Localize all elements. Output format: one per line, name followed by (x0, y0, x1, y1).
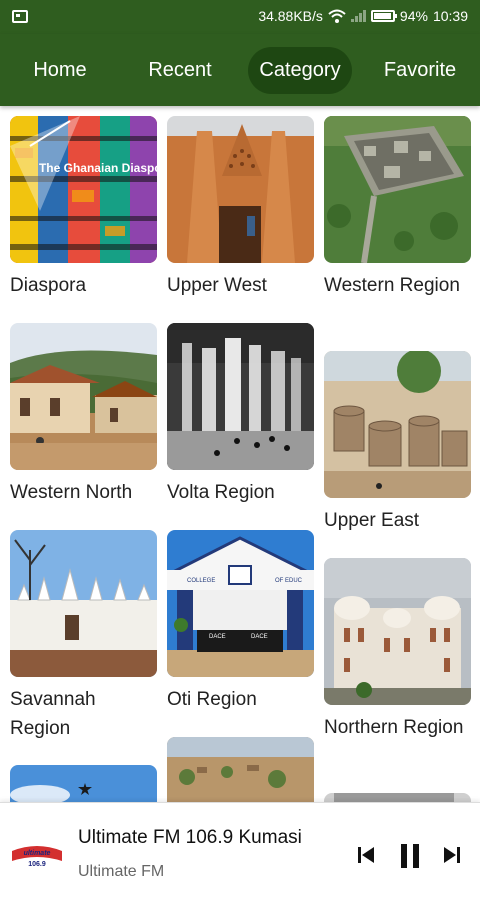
screenshot-icon (12, 10, 28, 23)
diaspora-thumbnail: The Ghanaian Diaspora (10, 116, 157, 263)
wifi-icon (328, 9, 346, 23)
partial-thumbnail (324, 793, 471, 802)
category-card-oti[interactable]: COLLEGE OF EDUC DACE DACE Oti Region (167, 530, 314, 737)
pause-icon[interactable] (398, 843, 422, 869)
station-title: Ultimate FM 106.9 Kumasi (78, 827, 302, 848)
savannah-thumbnail (10, 530, 157, 677)
category-card-partial[interactable] (324, 793, 471, 802)
category-card-northern[interactable]: Northern Region (324, 558, 471, 793)
status-right: 34.88KB/s 94% 10:39 (258, 8, 468, 24)
flag-thumbnail (10, 765, 157, 802)
grid-column-2: Upper West Volta Region COLLEGE OF EDUC … (167, 116, 314, 802)
oti-gate-left: DACE (209, 634, 226, 640)
status-bar: 34.88KB/s 94% 10:39 (0, 0, 480, 34)
signal-icon (350, 10, 366, 22)
western-fort-thumbnail (324, 116, 471, 263)
tab-label: Home (33, 58, 87, 81)
category-label: Oti Region (167, 689, 257, 710)
diaspora-banner-text: The Ghanaian Diaspora (39, 161, 157, 175)
battery-percent: 94% (399, 8, 428, 24)
category-card-savannah[interactable]: Savannah Region (10, 530, 157, 765)
upper-west-thumbnail (167, 116, 314, 263)
category-card-partial[interactable] (167, 737, 314, 802)
northern-mosque-thumbnail (324, 558, 471, 705)
oti-gate-right: DACE (251, 634, 268, 640)
village-aerial-thumbnail (167, 737, 314, 802)
tab-label: Recent (148, 58, 212, 81)
category-card-upper-east[interactable]: Upper East (324, 351, 471, 558)
category-card-volta[interactable]: Volta Region (167, 323, 314, 530)
battery-icon (370, 10, 397, 22)
mini-player[interactable]: ultimate 106.9 Ultimate FM 106.9 Kumasi … (0, 802, 480, 900)
tab-home[interactable]: Home (0, 46, 120, 94)
tab-label: Category (248, 46, 352, 94)
category-card-western[interactable]: Western Region (324, 116, 471, 351)
tab-favorite[interactable]: Favorite (360, 46, 480, 94)
grid-column-3: Western Region Upper East Northern Regio… (324, 116, 471, 802)
clock: 10:39 (432, 8, 468, 24)
top-nav: Home Recent Category Favorite (0, 34, 480, 106)
station-subtitle: Ultimate FM (78, 863, 165, 880)
category-label: Volta Region (167, 482, 275, 503)
category-label: Northern Region (324, 717, 464, 738)
station-logo: ultimate 106.9 (10, 839, 64, 869)
category-label: Upper West (167, 275, 267, 296)
category-card-upper-west[interactable]: Upper West (167, 116, 314, 323)
oti-college-gate-thumbnail: COLLEGE OF EDUC DACE DACE (167, 530, 314, 677)
category-label: Western Region (324, 275, 460, 296)
grid-column-1: The Ghanaian Diaspora Diaspora Western (10, 116, 157, 802)
logo-text: ultimate (24, 850, 51, 857)
category-label: Upper East (324, 510, 420, 531)
volta-waterfall-thumbnail (167, 323, 314, 470)
category-card-partial[interactable] (10, 765, 157, 802)
tab-category[interactable]: Category (240, 46, 360, 94)
category-label: Diaspora (10, 275, 87, 296)
category-label: Western North (10, 482, 133, 503)
network-speed: 34.88KB/s (258, 8, 323, 24)
category-label: Savannah Region (10, 689, 96, 739)
oti-sign-right: OF EDUC (275, 578, 303, 584)
tab-label: Favorite (383, 58, 457, 81)
skip-previous-icon[interactable] (356, 845, 376, 865)
category-card-western-north[interactable]: Western North (10, 323, 157, 530)
logo-frequency: 106.9 (28, 861, 46, 868)
tab-recent[interactable]: Recent (120, 46, 240, 94)
category-card-diaspora[interactable]: The Ghanaian Diaspora Diaspora (10, 116, 157, 323)
western-north-thumbnail (10, 323, 157, 470)
category-grid: The Ghanaian Diaspora Diaspora Western (0, 106, 480, 802)
oti-sign-left: COLLEGE (187, 578, 215, 584)
skip-next-icon[interactable] (442, 845, 462, 865)
upper-east-thumbnail (324, 351, 471, 498)
